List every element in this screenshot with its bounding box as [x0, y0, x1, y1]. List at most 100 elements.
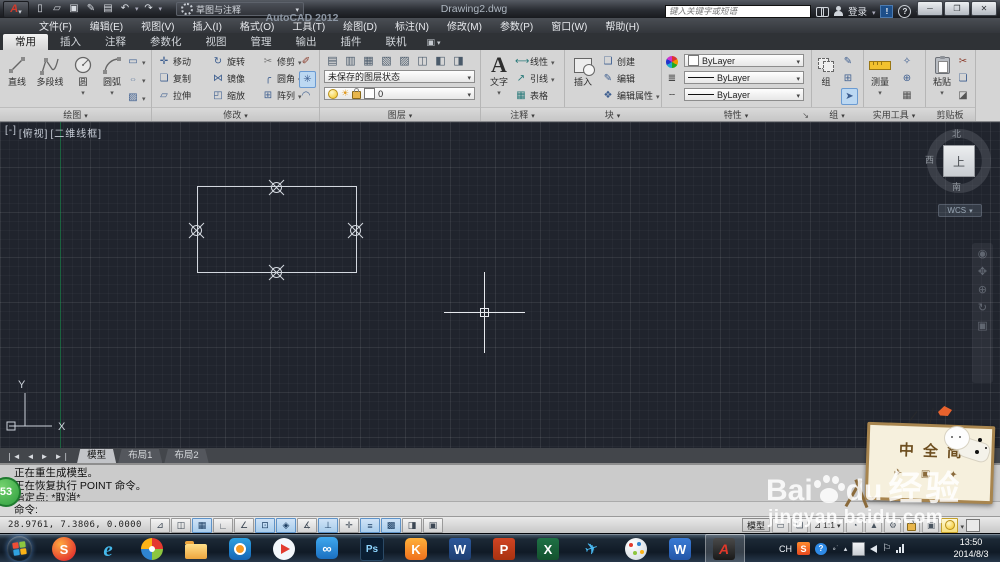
polyline-button[interactable]: 多段线: [32, 53, 68, 87]
layer-dropdown[interactable]: ☀ 0: [324, 87, 475, 100]
taskbar-kuwan-games[interactable]: K: [404, 537, 428, 561]
view-control[interactable]: [俯视]: [19, 125, 49, 140]
undo-dropdown-icon[interactable]: [135, 5, 139, 13]
rotate-button[interactable]: 旋转: [212, 54, 245, 69]
color-wheel-button[interactable]: [666, 54, 678, 69]
rectangle-tool-button[interactable]: [127, 54, 146, 69]
circle-button[interactable]: 圆: [70, 53, 96, 99]
ungroup-button[interactable]: [842, 54, 854, 69]
menu-draw[interactable]: 绘图(D): [334, 18, 386, 33]
menu-dimension[interactable]: 标注(N): [386, 18, 438, 33]
menu-file[interactable]: 文件(F): [30, 18, 81, 33]
toggle-3d-object-snap[interactable]: ◈: [276, 518, 296, 533]
line-button[interactable]: 直线: [2, 53, 32, 87]
drawing-area[interactable]: [-] [俯视] [二维线框] Y X 北 西 东 南 上 WCS: [0, 122, 1000, 448]
signin-link[interactable]: 登录: [848, 4, 867, 18]
layer-off-icon[interactable]: ◫: [414, 54, 431, 67]
panel-draw-label[interactable]: 绘图: [0, 107, 151, 121]
menu-insert[interactable]: 插入(I): [183, 18, 230, 33]
layer-lock-icon[interactable]: ◧: [432, 54, 449, 67]
status-menu-icon[interactable]: [960, 516, 964, 534]
paste-button[interactable]: 粘贴: [928, 53, 956, 99]
scale-button[interactable]: 缩放: [212, 88, 245, 103]
panel-annotation-label[interactable]: 注释: [481, 107, 564, 121]
calculator-button[interactable]: [901, 88, 913, 103]
array-button[interactable]: 阵列: [262, 88, 302, 103]
chevron-down-icon[interactable]: [81, 87, 85, 99]
panel-launcher-icon[interactable]: ↘: [802, 111, 809, 120]
minimize-button[interactable]: ─: [917, 1, 943, 16]
chevron-down-icon[interactable]: [872, 2, 876, 20]
toggle-object-snap[interactable]: ⊡: [255, 518, 275, 533]
object-color-dropdown[interactable]: ByLayer: [684, 54, 804, 67]
viewcube-west[interactable]: 西: [925, 153, 934, 166]
last-tab-icon[interactable]: ►❘: [54, 452, 69, 461]
layer-properties-icon[interactable]: ▤: [324, 54, 341, 67]
tab-layout2[interactable]: 布局2: [164, 449, 208, 463]
trim-button[interactable]: 修剪: [262, 54, 302, 69]
explode-button[interactable]: [299, 71, 316, 88]
group-edit-button[interactable]: [842, 71, 854, 86]
create-block-button[interactable]: 创建: [602, 54, 635, 69]
help-tray-icon[interactable]: ?: [815, 543, 827, 555]
language-indicator[interactable]: CH: [779, 544, 792, 554]
cut-button[interactable]: [957, 54, 969, 69]
lineweight-dropdown[interactable]: ByLayer: [684, 71, 804, 84]
layer-on-icon[interactable]: [328, 89, 338, 99]
edit-attributes-button[interactable]: 编辑属性: [602, 88, 660, 103]
layer-state-dropdown[interactable]: 未保存的图层状态: [324, 70, 475, 83]
toggle-snap-mode[interactable]: ◫: [171, 518, 191, 533]
linetype-dropdown[interactable]: ByLayer: [684, 88, 804, 101]
edit-block-button[interactable]: 编辑: [602, 71, 635, 86]
save-icon[interactable]: [67, 2, 81, 15]
taskbar-word[interactable]: W: [448, 537, 472, 561]
tray-dots-icon[interactable]: ∘˙: [832, 545, 839, 553]
arc-button[interactable]: 圆弧: [98, 53, 126, 99]
ribbon-tab-view[interactable]: 视图: [194, 34, 239, 50]
layer-states-icon[interactable]: ▥: [342, 54, 359, 67]
toggle-infer-constraints[interactable]: ⊿: [150, 518, 170, 533]
show-hidden-icons[interactable]: ▴: [844, 545, 848, 553]
taskbar-powerpoint[interactable]: P: [492, 537, 516, 561]
toggle-ortho-mode[interactable]: ∟: [213, 518, 233, 533]
search-binoculars-icon[interactable]: [816, 7, 829, 15]
help-icon[interactable]: ?: [898, 5, 911, 18]
menu-help[interactable]: 帮助(H): [596, 18, 648, 33]
match-properties-button[interactable]: [957, 88, 969, 103]
menu-modify[interactable]: 修改(M): [438, 18, 491, 33]
point-marker-bottom[interactable]: [268, 264, 285, 281]
toggle-transparency[interactable]: ▩: [381, 518, 401, 533]
ribbon-tab-online[interactable]: 联机: [374, 34, 419, 50]
copy-clip-button[interactable]: [957, 71, 969, 86]
fillet-button[interactable]: 圆角: [262, 71, 302, 86]
app-menu-button[interactable]: A: [3, 1, 29, 18]
id-point-button[interactable]: [901, 71, 913, 86]
showmotion-icon[interactable]: ▣: [977, 321, 987, 332]
start-button[interactable]: [7, 536, 32, 561]
point-marker-left[interactable]: [188, 222, 205, 239]
taskbar-pps[interactable]: [228, 537, 252, 561]
taskbar-360-browser[interactable]: [140, 537, 164, 561]
toggle-polar-tracking[interactable]: ∠: [234, 518, 254, 533]
wcs-dropdown[interactable]: WCS: [938, 204, 982, 217]
taskbar-sogou-browser[interactable]: S: [52, 537, 76, 561]
toggle-lineweight[interactable]: ≡: [360, 518, 380, 533]
table-button[interactable]: 表格: [515, 88, 548, 103]
copy-button[interactable]: 复制: [158, 71, 191, 86]
layer-isolate-icon[interactable]: ▦: [360, 54, 377, 67]
layer-unisolate-icon[interactable]: ▧: [378, 54, 395, 67]
lineweight-icon-button[interactable]: [666, 71, 678, 86]
flag-icon[interactable]: ⚐: [882, 543, 891, 554]
taskbar-file-explorer[interactable]: [184, 537, 208, 561]
coordinates-readout[interactable]: 28.9761, 7.3806, 0.0000: [8, 520, 142, 530]
move-button[interactable]: 移动: [158, 54, 191, 69]
pan-icon[interactable]: ✥: [978, 267, 987, 278]
group-selection-toggle[interactable]: ➤: [841, 88, 858, 105]
redo-dropdown-icon[interactable]: [159, 5, 163, 13]
viewcube-south[interactable]: 南: [952, 180, 961, 193]
new-file-icon[interactable]: [33, 2, 47, 15]
layer-color-swatch[interactable]: [364, 88, 375, 99]
isolate-objects-icon[interactable]: [941, 518, 958, 533]
point-marker-right[interactable]: [347, 222, 364, 239]
panel-modify-label[interactable]: 修改: [152, 107, 319, 121]
